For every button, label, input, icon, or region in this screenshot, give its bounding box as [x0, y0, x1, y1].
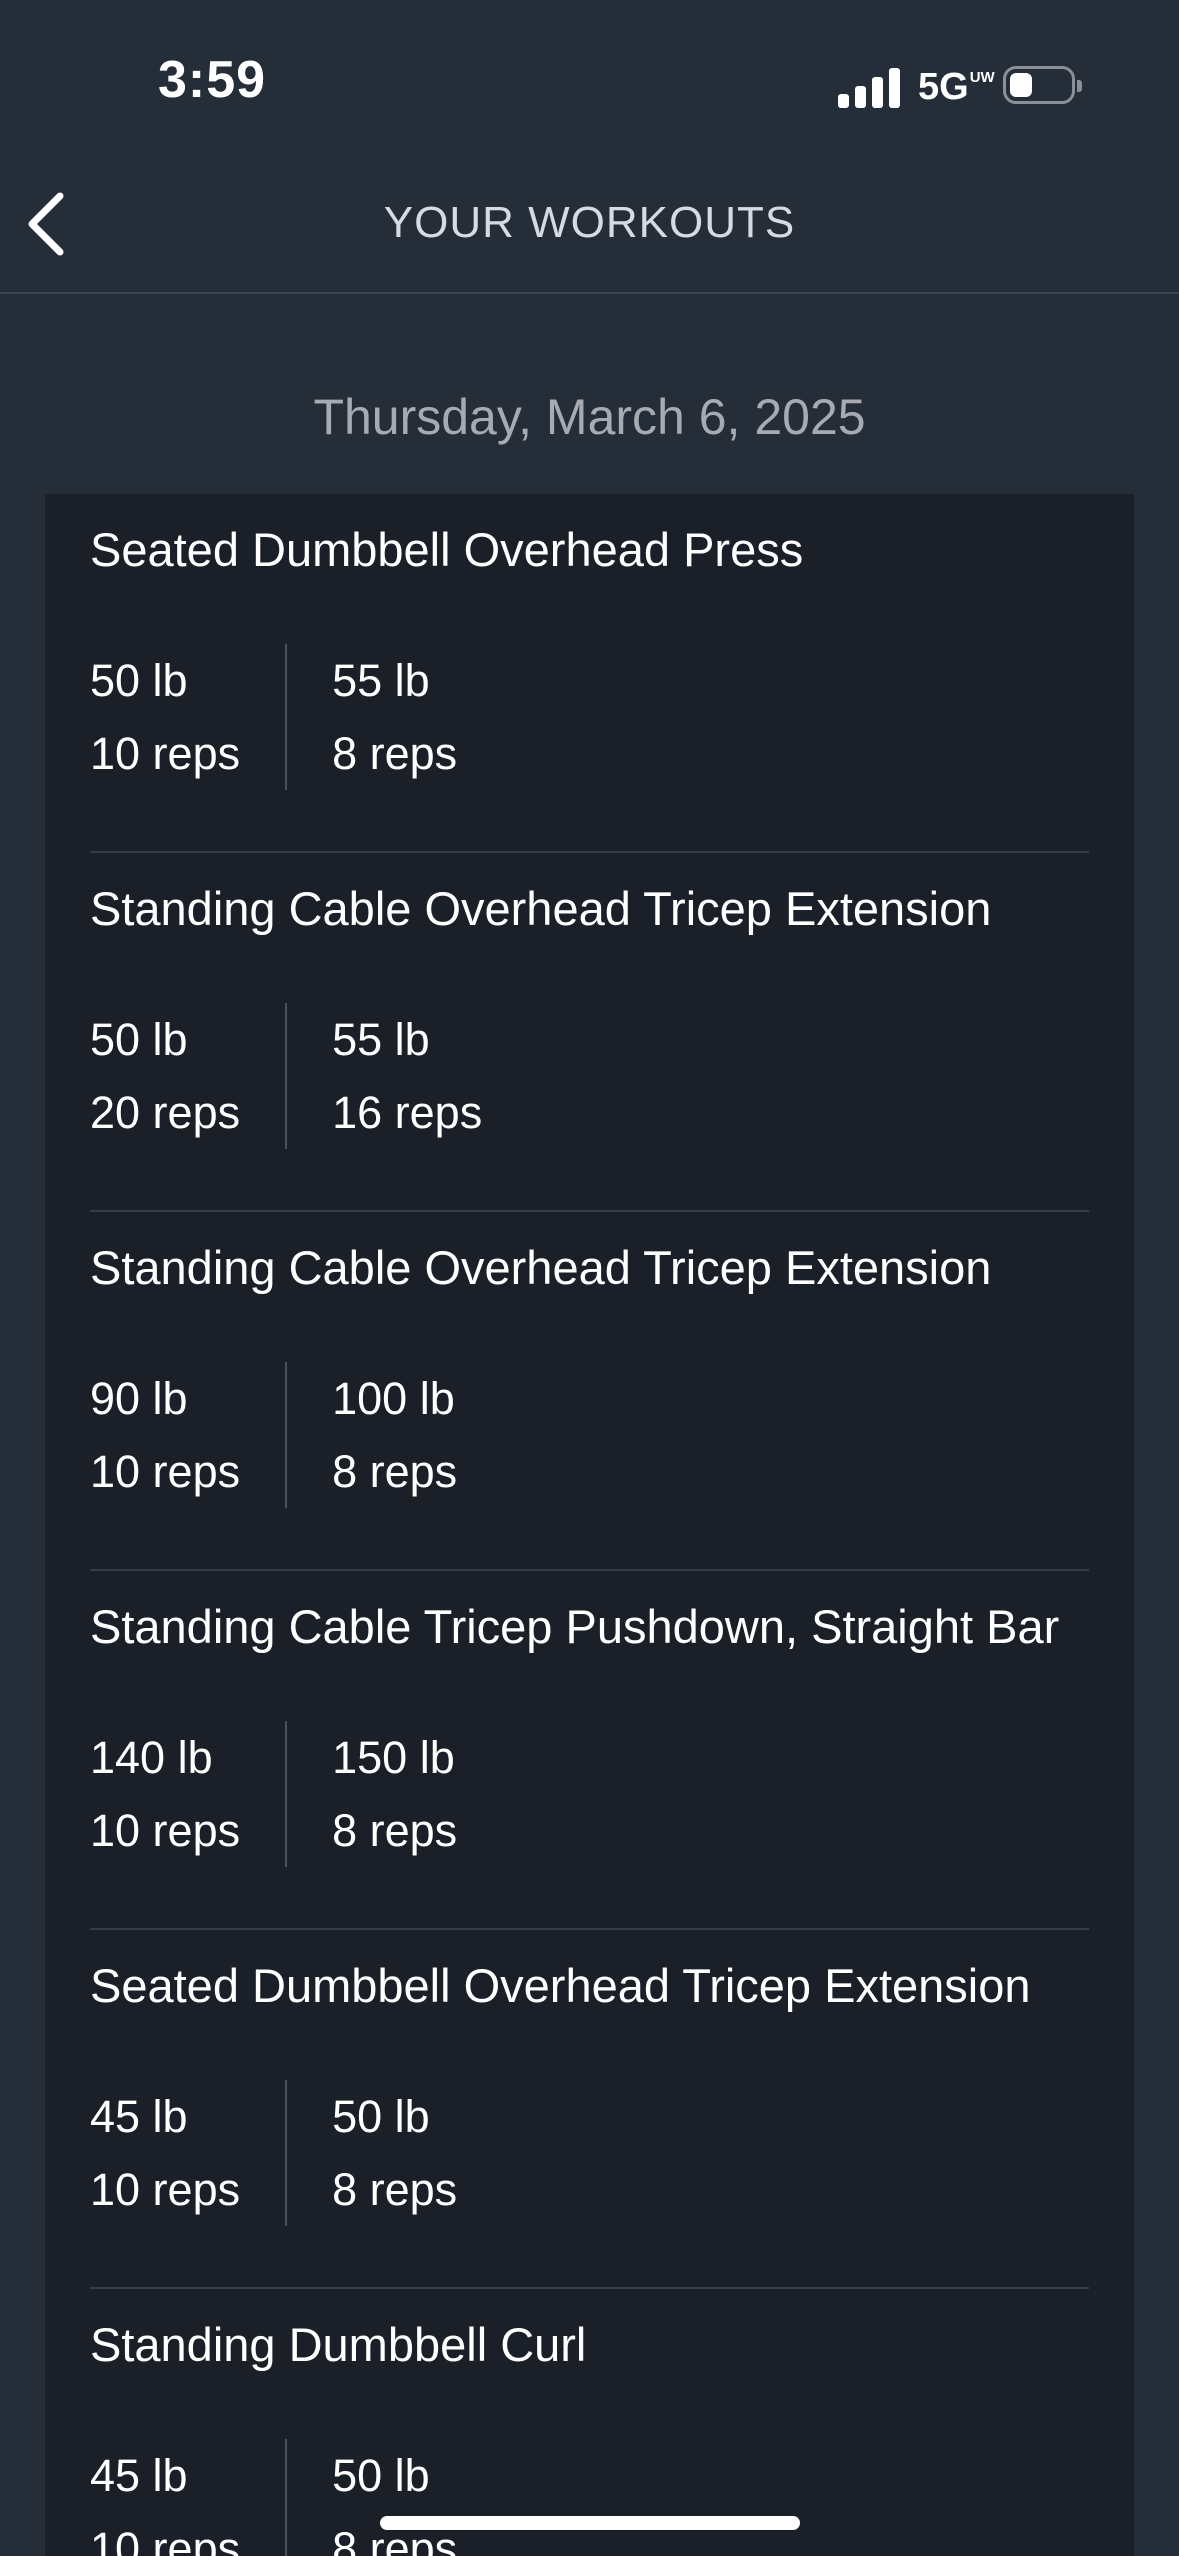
set-2: 100 lb 8 reps	[285, 1362, 502, 1508]
set-weight: 50 lb	[90, 1014, 188, 1065]
set-reps: 10 reps	[90, 1805, 241, 1856]
set-weight: 55 lb	[332, 1014, 430, 1065]
exercise-item[interactable]: Seated Dumbbell Overhead Press 50 lb 10 …	[90, 494, 1089, 853]
set-2: 55 lb 8 reps	[285, 644, 502, 790]
sets-row: 45 lb 10 reps 50 lb 8 reps	[90, 2439, 502, 2556]
set-reps: 10 reps	[90, 728, 241, 779]
exercise-name: Standing Cable Overhead Tricep Extension	[90, 882, 992, 935]
date-heading: Thursday, March 6, 2025	[313, 389, 866, 445]
sets-row: 140 lb 10 reps 150 lb 8 reps	[90, 1721, 502, 1867]
network-label: 5G	[918, 66, 969, 108]
set-reps: 8 reps	[332, 2164, 458, 2215]
sets-row: 90 lb 10 reps 100 lb 8 reps	[90, 1362, 502, 1508]
exercise-item[interactable]: Standing Cable Overhead Tricep Extension…	[90, 853, 1089, 1212]
set-reps: 16 reps	[332, 1087, 483, 1138]
set-1: 45 lb 10 reps	[90, 2080, 285, 2226]
set-1: 50 lb 20 reps	[90, 1003, 285, 1149]
set-2: 50 lb 8 reps	[285, 2439, 502, 2556]
nav-bar: YOUR WORKOUTS	[0, 150, 1179, 294]
sets-row: 45 lb 10 reps 50 lb 8 reps	[90, 2080, 502, 2226]
set-weight: 45 lb	[90, 2091, 188, 2142]
exercise-name: Seated Dumbbell Overhead Tricep Extensio…	[90, 1959, 1031, 2012]
battery-icon	[1003, 66, 1082, 104]
workout-card: Seated Dumbbell Overhead Press 50 lb 10 …	[45, 494, 1134, 2556]
set-reps: 8 reps	[332, 1446, 458, 1497]
set-2: 55 lb 16 reps	[285, 1003, 527, 1149]
set-weight: 140 lb	[90, 1732, 213, 1783]
exercise-name: Seated Dumbbell Overhead Press	[90, 523, 804, 576]
set-1: 140 lb 10 reps	[90, 1721, 285, 1867]
set-weight: 50 lb	[90, 655, 188, 706]
set-weight: 50 lb	[332, 2091, 430, 2142]
network-indicator: 5G UW	[918, 66, 995, 109]
set-weight: 45 lb	[90, 2450, 188, 2501]
cellular-signal-icon	[838, 66, 900, 108]
exercise-item[interactable]: Standing Cable Tricep Pushdown, Straight…	[90, 1571, 1089, 1930]
set-1: 50 lb 10 reps	[90, 644, 285, 790]
sets-row: 50 lb 20 reps 55 lb 16 reps	[90, 1003, 527, 1149]
set-reps: 8 reps	[332, 728, 458, 779]
network-sub-label: UW	[969, 69, 995, 86]
set-weight: 50 lb	[332, 2450, 430, 2501]
exercise-item[interactable]: Seated Dumbbell Overhead Tricep Extensio…	[90, 1930, 1089, 2289]
screen: 3:59 5G UW YOUR WORKOUTS Thursday, March…	[0, 0, 1179, 2556]
set-reps: 10 reps	[90, 2164, 241, 2215]
set-weight: 150 lb	[332, 1732, 455, 1783]
exercise-item[interactable]: Standing Cable Overhead Tricep Extension…	[90, 1212, 1089, 1571]
set-weight: 55 lb	[332, 655, 430, 706]
status-time: 3:59	[158, 51, 267, 109]
set-reps: 20 reps	[90, 1087, 241, 1138]
exercise-name: Standing Cable Tricep Pushdown, Straight…	[90, 1600, 1060, 1653]
set-reps: 8 reps	[332, 1805, 458, 1856]
set-reps: 10 reps	[90, 1446, 241, 1497]
status-bar: 3:59 5G UW	[0, 0, 1179, 150]
set-2: 150 lb 8 reps	[285, 1721, 502, 1867]
page-title: YOUR WORKOUTS	[383, 198, 796, 247]
set-1: 90 lb 10 reps	[90, 1362, 285, 1508]
home-indicator[interactable]	[380, 2516, 800, 2530]
set-2: 50 lb 8 reps	[285, 2080, 502, 2226]
exercise-name: Standing Cable Overhead Tricep Extension	[90, 1241, 992, 1294]
exercise-name: Standing Dumbbell Curl	[90, 2318, 587, 2371]
sets-row: 50 lb 10 reps 55 lb 8 reps	[90, 644, 502, 790]
set-weight: 100 lb	[332, 1373, 455, 1424]
set-1: 45 lb 10 reps	[90, 2439, 285, 2556]
set-weight: 90 lb	[90, 1373, 188, 1424]
set-reps: 10 reps	[90, 2523, 241, 2556]
